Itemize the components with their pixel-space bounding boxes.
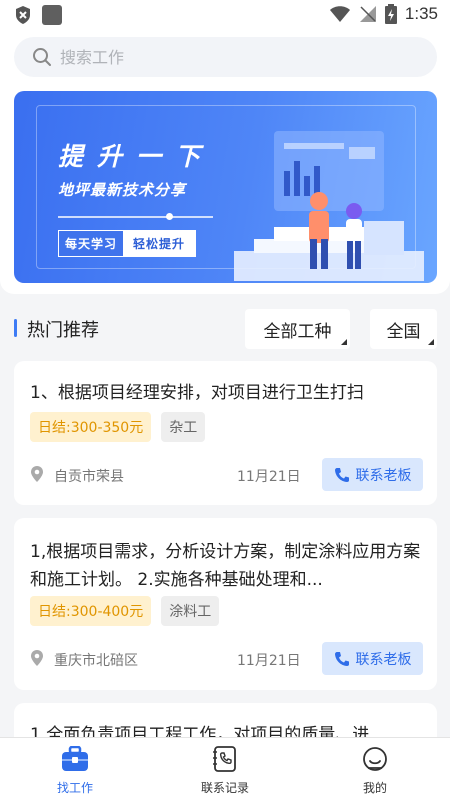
banner-tags: 每天学习 轻松提升 (58, 230, 197, 257)
nav-contact-records[interactable]: 联系记录 (150, 738, 300, 800)
location-pin-icon (31, 650, 43, 666)
status-left (14, 5, 62, 25)
job-date: 11月21日 (237, 469, 301, 485)
search-icon (33, 48, 51, 66)
no-signal-icon (359, 6, 376, 22)
contact-boss-label: 联系老板 (355, 651, 412, 668)
job-meta: 自贡市荣县 11月21日 联系老板 (30, 458, 423, 492)
shield-icon (16, 6, 30, 24)
banner-subtitle: 地坪最新技术分享 (58, 181, 187, 199)
app-notification-icon (42, 5, 62, 25)
job-location: 重庆市北碚区 (54, 653, 138, 669)
job-card[interactable]: 1,根据项目需求，分析设计方案，制定涂料应用方案和施工计划。 2.实施各种基础处… (14, 518, 437, 690)
region-filter[interactable]: 全国 (370, 309, 437, 349)
salary-badge: 日结:300-400元 (30, 596, 152, 626)
status-right: 1:35 (329, 4, 438, 24)
banner-divider (58, 216, 213, 218)
search-bar[interactable] (14, 37, 437, 77)
banner-title: 提升一下 (58, 142, 215, 171)
nav-find-job[interactable]: 找工作 (0, 738, 150, 800)
nav-label: 联系记录 (200, 781, 249, 795)
job-title: 1,根据项目需求，分析设计方案，制定涂料应用方案和施工计划。 2.实施各种基础处… (30, 542, 421, 590)
dropdown-caret-icon (428, 339, 434, 345)
contact-boss-label: 联系老板 (355, 467, 412, 484)
nav-label: 找工作 (56, 781, 93, 795)
job-tags: 日结:300-350元 杂工 (30, 412, 206, 442)
salary-badge: 日结:300-350元 (30, 412, 152, 442)
banner-illustration (234, 131, 424, 281)
location-pin-icon (31, 466, 43, 482)
phone-icon (334, 651, 349, 666)
category-badge: 涂料工 (161, 596, 220, 626)
phone-icon (334, 467, 349, 482)
contact-boss-button[interactable]: 联系老板 (322, 642, 423, 675)
dropdown-caret-icon (341, 339, 347, 345)
status-bar: 1:35 (0, 0, 450, 32)
nav-mine[interactable]: 我的 (300, 738, 450, 800)
job-card[interactable]: 1、根据项目经理安排，对项目进行卫生打扫 日结:300-350元 杂工 自贡市荣… (14, 361, 437, 505)
section-title: 热门推荐 (27, 320, 99, 341)
banner-tag-improve: 轻松提升 (123, 231, 196, 256)
work-type-filter-label: 全部工种 (263, 321, 332, 342)
job-title: 1、根据项目经理安排，对项目进行卫生打扫 (30, 383, 364, 403)
search-input[interactable] (60, 47, 400, 67)
promo-banner[interactable]: 提升一下 地坪最新技术分享 每天学习 轻松提升 (14, 91, 437, 283)
bottom-nav: 找工作 联系记录 我的 (0, 737, 450, 800)
hot-recommend-header: 热门推荐 全部工种 全国 (14, 309, 437, 349)
wifi-icon (329, 6, 350, 22)
nav-label: 我的 (362, 781, 387, 795)
work-type-filter[interactable]: 全部工种 (245, 309, 350, 349)
region-filter-label: 全国 (386, 321, 421, 342)
category-badge: 杂工 (161, 412, 206, 442)
banner-tag-learn: 每天学习 (59, 231, 124, 256)
job-tags: 日结:300-400元 涂料工 (30, 596, 220, 626)
battery-charging-icon (384, 4, 397, 24)
job-meta: 重庆市北碚区 11月21日 联系老板 (30, 642, 423, 676)
profile-icon (361, 745, 389, 773)
contact-boss-button[interactable]: 联系老板 (322, 458, 423, 491)
job-location: 自贡市荣县 (54, 469, 124, 485)
briefcase-icon (61, 745, 89, 773)
phone-record-icon (211, 745, 239, 773)
banner-divider-dot (166, 213, 173, 220)
job-date: 11月21日 (237, 653, 301, 669)
section-accent-bar (14, 319, 17, 337)
status-time: 1:35 (404, 4, 438, 23)
